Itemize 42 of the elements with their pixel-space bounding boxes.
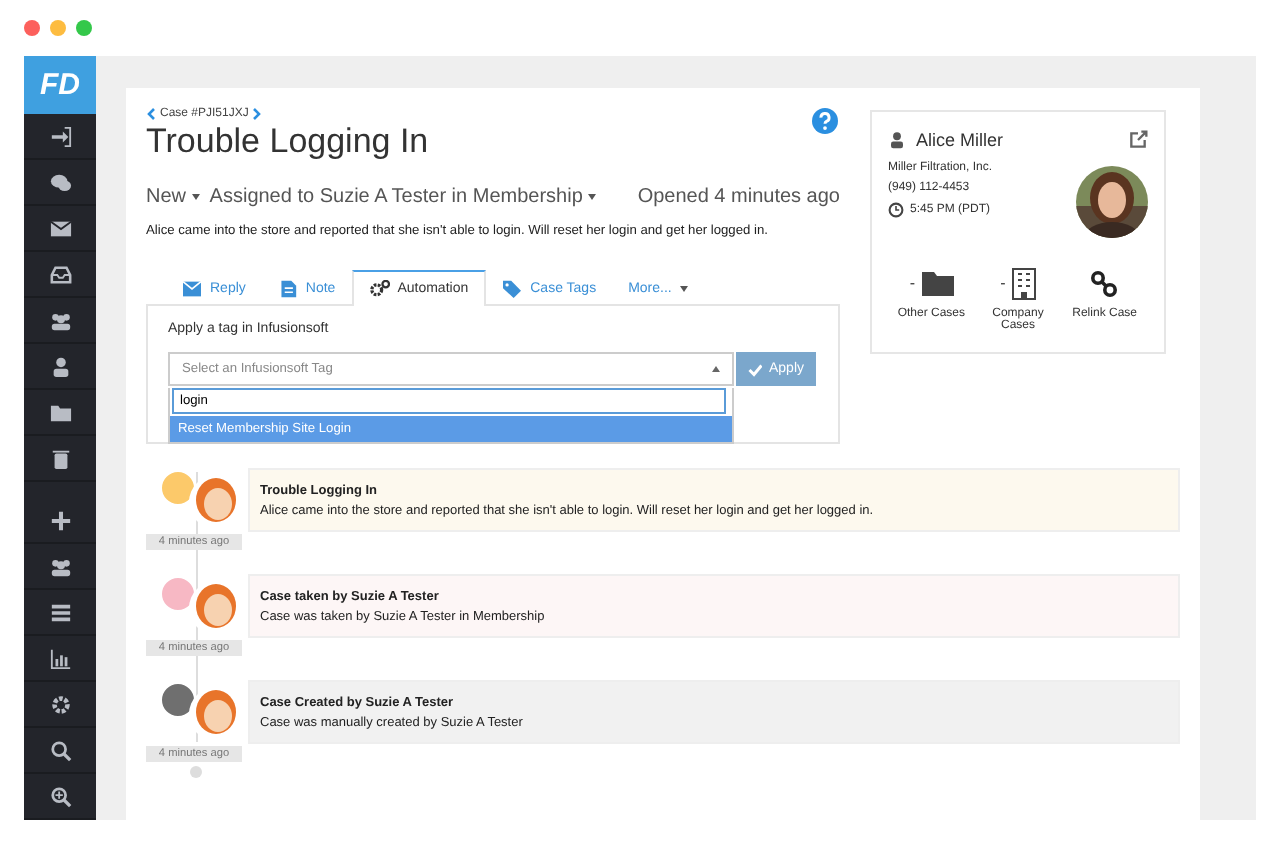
document-icon xyxy=(277,279,298,297)
chat-icon[interactable] xyxy=(49,171,71,194)
external-link-icon[interactable] xyxy=(1128,130,1148,150)
caret-icon xyxy=(191,193,200,200)
tag-icon xyxy=(502,279,523,297)
inbox-icon[interactable] xyxy=(49,263,71,286)
next-case-icon[interactable] xyxy=(252,108,263,120)
settings-icon[interactable] xyxy=(49,693,71,716)
caret-icon xyxy=(588,193,597,200)
clock-icon xyxy=(888,202,904,218)
sign-in-icon[interactable] xyxy=(49,125,71,148)
folder-icon xyxy=(921,270,953,296)
search-icon[interactable] xyxy=(49,739,71,762)
close-window-button[interactable] xyxy=(24,20,40,36)
bar-chart-icon[interactable] xyxy=(49,647,71,670)
list-icon[interactable] xyxy=(49,601,71,624)
users-icon[interactable] xyxy=(49,555,71,578)
trash-icon[interactable] xyxy=(49,447,71,470)
envelope-icon xyxy=(182,279,202,297)
envelope-icon[interactable] xyxy=(49,217,71,240)
caret-icon xyxy=(679,285,688,291)
gears-icon xyxy=(369,280,390,298)
link-icon xyxy=(1090,269,1119,297)
status-dropdown[interactable]: New xyxy=(146,186,200,208)
opened-time: Opened 4 minutes ago xyxy=(637,186,840,208)
users-icon[interactable] xyxy=(49,309,71,332)
help-icon[interactable] xyxy=(812,108,838,134)
case-title: Trouble Logging In xyxy=(146,122,431,162)
case-count: - xyxy=(909,274,915,292)
zoom-in-icon[interactable] xyxy=(49,785,71,808)
building-icon xyxy=(1011,267,1036,299)
assignment-dropdown[interactable]: Assigned to Suzie A Tester in Membership xyxy=(209,186,597,208)
caret-icon xyxy=(712,366,720,372)
user-icon[interactable] xyxy=(49,355,71,378)
plus-icon[interactable] xyxy=(49,509,71,532)
checkmark-icon xyxy=(748,361,763,377)
logo[interactable]: FD xyxy=(24,56,96,115)
previous-case-icon[interactable] xyxy=(146,108,156,120)
user-icon xyxy=(888,130,906,150)
case-count: - xyxy=(1000,274,1006,292)
folder-icon[interactable] xyxy=(49,401,71,424)
contact-name: Alice Miller xyxy=(916,130,1004,150)
